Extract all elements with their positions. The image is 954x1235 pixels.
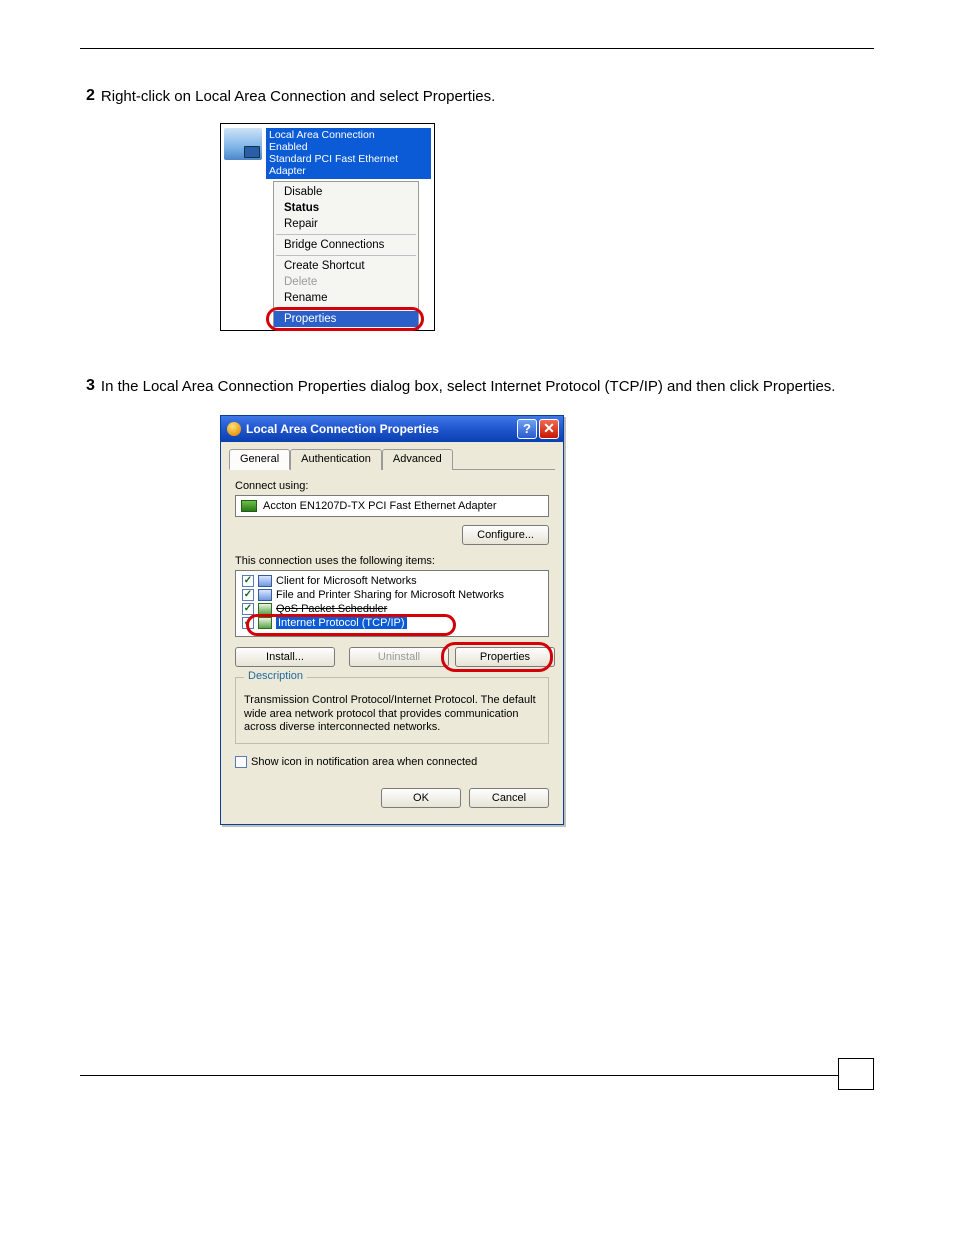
menu-rename[interactable]: Rename [274,290,418,306]
properties-button-label: Properties [480,651,530,663]
properties-button[interactable]: Properties [455,647,555,667]
menu-status[interactable]: Status [274,200,418,216]
step-2: 2 Right-click on Local Area Connection a… [80,87,874,107]
menu-separator [276,234,416,235]
checkbox-icon[interactable]: ✓ [242,603,254,615]
show-icon-label: Show icon in notification area when conn… [251,756,477,768]
show-icon-row[interactable]: ✓ Show icon in notification area when co… [235,756,549,768]
description-legend: Description [244,670,307,684]
qos-icon [258,603,272,615]
list-item-qos: ✓ QoS Packet Scheduler [240,602,544,616]
install-button[interactable]: Install... [235,647,335,667]
list-item-tcpip: ✓ Internet Protocol (TCP/IP) [240,616,544,630]
menu-properties[interactable]: Properties [274,311,418,327]
checkbox-icon[interactable]: ✓ [242,575,254,587]
connection-status: Enabled [269,141,428,153]
description-text: Transmission Control Protocol/Internet P… [244,694,536,734]
dialog-title-icon [227,422,241,436]
configure-button[interactable]: Configure... [462,525,549,545]
nic-icon [241,500,257,512]
adapter-name: Accton EN1207D-TX PCI Fast Ethernet Adap… [263,500,497,512]
item-label: QoS Packet Scheduler [276,603,387,615]
checkbox-icon[interactable]: ✓ [242,617,254,629]
adapter-field: Accton EN1207D-TX PCI Fast Ethernet Adap… [235,495,549,517]
tab-authentication[interactable]: Authentication [290,449,382,470]
dialog-footer: OK Cancel [229,788,555,816]
menu-separator [276,308,416,309]
step-2-number: 2 [86,87,95,105]
item-label: File and Printer Sharing for Microsoft N… [276,589,504,601]
network-adapter-icon [224,128,262,160]
step-3-text: In the Local Area Connection Properties … [101,377,874,397]
tab-general[interactable]: General [229,449,290,470]
step-3-number: 3 [86,377,95,395]
screenshot-context-menu: Local Area Connection Enabled Standard P… [220,123,435,330]
dialog-title: Local Area Connection Properties [246,422,515,436]
list-item-client: ✓ Client for Microsoft Networks [240,574,544,588]
description-group: Description Transmission Control Protoco… [235,677,549,744]
items-label: This connection uses the following items… [235,555,555,567]
checkbox-icon[interactable]: ✓ [235,756,247,768]
item-label: Client for Microsoft Networks [276,575,417,587]
tab-advanced[interactable]: Advanced [382,449,453,470]
title-close-button[interactable]: ✕ [539,419,559,439]
menu-separator [276,255,416,256]
connection-label: Local Area Connection Enabled Standard P… [266,128,431,178]
footer-rule [80,1075,874,1076]
list-item-fileprint: ✓ File and Printer Sharing for Microsoft… [240,588,544,602]
screenshot-properties-dialog: Local Area Connection Properties ? ✕ Gen… [220,415,564,825]
step-3: 3 In the Local Area Connection Propertie… [80,377,874,397]
protocol-icon [258,617,272,629]
share-icon [258,589,272,601]
menu-disable[interactable]: Disable [274,184,418,200]
ok-button[interactable]: OK [381,788,461,808]
page-number-box: . [838,1058,874,1090]
step-2-text: Right-click on Local Area Connection and… [101,87,874,107]
connect-using-label: Connect using: [235,480,555,492]
context-menu: Disable Status Repair Bridge Connections… [273,181,419,330]
tab-strip: General Authentication Advanced [229,448,555,470]
item-label: Internet Protocol (TCP/IP) [276,617,407,629]
menu-bridge[interactable]: Bridge Connections [274,237,418,253]
menu-repair[interactable]: Repair [274,216,418,232]
checkbox-icon[interactable]: ✓ [242,589,254,601]
title-help-button[interactable]: ? [517,419,537,439]
menu-shortcut[interactable]: Create Shortcut [274,258,418,274]
connection-adapter: Standard PCI Fast Ethernet Adapter [269,153,428,177]
dialog-title-bar[interactable]: Local Area Connection Properties ? ✕ [221,416,563,442]
connection-name: Local Area Connection [269,129,428,141]
cancel-button[interactable]: Cancel [469,788,549,808]
item-buttons-row: Install... Uninstall Properties [235,647,549,667]
menu-delete: Delete [274,274,418,290]
client-icon [258,575,272,587]
items-list[interactable]: ✓ Client for Microsoft Networks ✓ File a… [235,570,549,637]
uninstall-button: Uninstall [349,647,449,667]
